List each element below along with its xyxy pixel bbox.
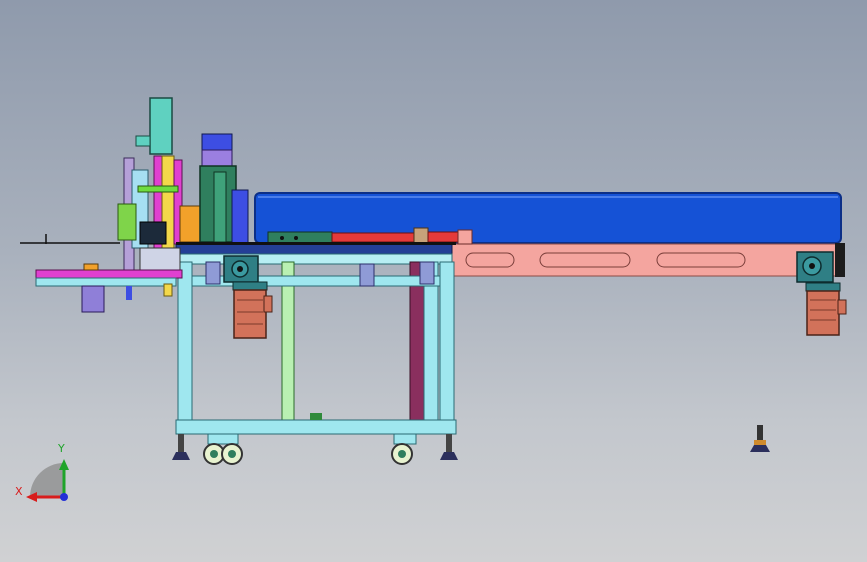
motor xyxy=(806,290,840,336)
end-plate xyxy=(835,243,845,277)
bottom-rail xyxy=(175,419,457,435)
assembly-drawing xyxy=(20,97,847,502)
right-leveling-foot xyxy=(750,425,770,452)
motor xyxy=(233,289,267,339)
y-axis-label: Y xyxy=(58,442,65,455)
table-gear-motor[interactable] xyxy=(223,255,273,339)
caster-wheels xyxy=(172,433,458,465)
feed-arm xyxy=(35,269,183,279)
x-axis-label: X xyxy=(15,485,23,498)
cad-viewport[interactable]: Y X xyxy=(0,0,867,562)
table-leg xyxy=(439,261,455,429)
table-top xyxy=(175,243,453,255)
main-table[interactable] xyxy=(175,243,457,435)
table-leg xyxy=(177,261,193,429)
servo-motor xyxy=(149,97,173,155)
z-axis-point xyxy=(60,493,68,501)
slot-hole xyxy=(656,252,746,268)
slot-hole xyxy=(465,252,515,268)
slot-hole xyxy=(539,252,631,268)
axis-triad xyxy=(26,459,69,502)
